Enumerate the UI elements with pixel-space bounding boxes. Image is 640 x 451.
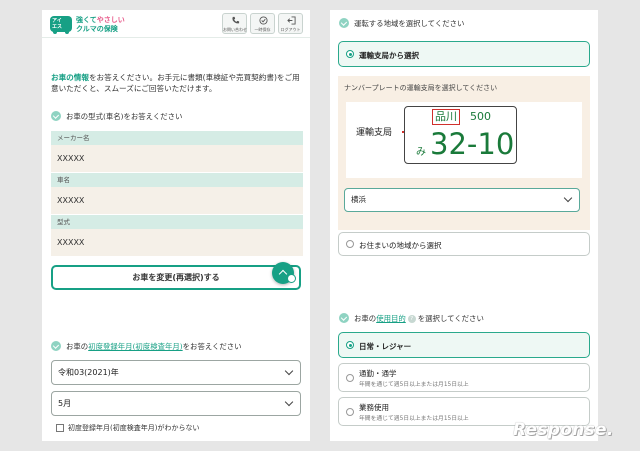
model-code-value: XXXXX [51, 229, 303, 256]
option-commute[interactable]: 通勤・通学 年間を通じて週5日以上または月15日以上 [338, 363, 590, 392]
car-name-value: XXXXX [51, 187, 303, 214]
radio-unselected [346, 240, 354, 248]
question-model-text: お車の型式(車名)をお答えください [66, 111, 183, 121]
contact-button[interactable]: お問い合わせ [222, 13, 247, 34]
car-name-label: 車名 [51, 173, 303, 187]
option-daily-leisure[interactable]: 日常・レジャー [338, 332, 590, 358]
intro-body: をお答えください。お手元に書類(車検証や売買契約書)をご用意いただくと、スムーズ… [51, 73, 300, 93]
save-draft-button[interactable]: 一時保存 [250, 13, 275, 34]
option-transport-office[interactable]: 運輸支局から選択 [338, 41, 590, 67]
help-icon[interactable]: ? [407, 314, 416, 323]
registration-help-link[interactable]: 初度登録年月(初度検査年月) [88, 342, 182, 351]
transport-office-select[interactable]: 横浜 [344, 188, 580, 212]
option-commute-label: 通勤・通学 [359, 369, 397, 378]
maker-label: メーカー名 [51, 131, 303, 145]
q2-prefix: お車の [66, 341, 89, 351]
option-residence-label: お住まいの地域から選択 [359, 241, 442, 250]
save-draft-label: 一時保存 [254, 27, 271, 32]
question-model: お車の型式(車名)をお答えください [51, 110, 182, 122]
chevron-down-icon [284, 397, 294, 407]
logout-icon [287, 16, 296, 25]
logo-text-line2: クルマの保険 [76, 25, 118, 33]
logo-mark-text: アイ エス [52, 18, 63, 30]
question-usage: お車の使用目的? を選択してください [339, 312, 484, 324]
radio-selected [346, 50, 354, 58]
chevron-down-icon [563, 193, 573, 203]
year-select-value: 令和03(2021)年 [58, 368, 119, 377]
plate-office-caption: 運輸支局 [356, 128, 393, 138]
plate-office-name: 品川 [432, 109, 460, 125]
logout-button[interactable]: ログアウト [278, 13, 303, 34]
year-select[interactable]: 令和03(2021)年 [51, 360, 301, 385]
model-code-label: 型式 [51, 215, 303, 229]
option-commute-sub: 年間を通じて週5日以上または月15日以上 [359, 382, 469, 388]
logo-text-kind: やさしい [96, 16, 125, 24]
plate-number: 32-10 [430, 127, 515, 161]
intro-highlight: お車の情報 [51, 73, 89, 82]
phone-icon [232, 16, 240, 24]
month-select-value: 5月 [58, 399, 72, 408]
question-registration-text: お車の初度登録年月(初度検査年月)をお答えください [66, 341, 242, 352]
radio-unselected [346, 374, 354, 382]
q-usage-prefix: お車の [354, 313, 377, 323]
q-usage-suffix: を選択してください [417, 313, 484, 323]
check-circle-icon [339, 313, 349, 323]
app-header: アイ エス 強くてやさしい クルマの保険 お問い合わせ 一時保存 ログアウト [42, 10, 310, 38]
option-daily-leisure-label: 日常・レジャー [359, 342, 412, 351]
check-circle-icon [51, 111, 61, 121]
radio-selected [346, 341, 354, 349]
month-select[interactable]: 5月 [51, 391, 301, 416]
logo-text-strong: 強くて [76, 16, 97, 24]
plate-kana: み [416, 147, 426, 158]
question-registration: お車の初度登録年月(初度検査年月)をお答えください [51, 340, 242, 352]
plate-class-number: 500 [470, 110, 491, 123]
radio-unselected [346, 408, 354, 416]
save-icon [259, 16, 268, 25]
unknown-date-label: 初度登録年月(初度検査年月)がわからない [68, 424, 200, 432]
question-region-text: 運転する地域を選択してください [354, 18, 465, 28]
logo-car-icon: アイ エス [50, 16, 72, 34]
chevron-down-icon [284, 366, 294, 376]
option-business-sub: 年間を通じて週5日以上または月15日以上 [359, 416, 469, 422]
response-watermark: Response. [513, 420, 614, 440]
check-circle-icon [51, 341, 61, 351]
right-screen: 運転する地域を選択してください 運輸支局から選択 ナンバープレートの運輸支局を選… [330, 10, 598, 441]
unknown-date-checkbox[interactable] [56, 424, 64, 432]
plate-instruction: ナンバープレートの運輸支局を選択してください [344, 84, 498, 92]
change-car-button[interactable]: お車を変更(再選択)する [51, 265, 301, 290]
transport-office-value: 横浜 [351, 195, 366, 204]
question-usage-text: お車の使用目的? を選択してください [354, 313, 484, 324]
left-screen: アイ エス 強くてやさしい クルマの保険 お問い合わせ 一時保存 ログアウト お… [42, 10, 310, 441]
check-circle-icon [339, 18, 349, 28]
option-business-label: 業務使用 [359, 403, 389, 412]
scroll-indicator-dot [287, 274, 296, 283]
maker-value: XXXXX [51, 145, 303, 172]
intro-text: お車の情報をお答えください。お手元に書類(車検証や売買契約書)をご用意いただくと… [51, 72, 303, 94]
logout-label: ログアウト [280, 27, 301, 32]
contact-button-label: お問い合わせ [223, 27, 247, 32]
question-region: 運転する地域を選択してください [339, 17, 464, 29]
option-transport-office-label: 運輸支局から選択 [359, 51, 419, 60]
usage-help-link[interactable]: 使用目的 [376, 314, 406, 323]
option-residence[interactable]: お住まいの地域から選択 [338, 232, 590, 256]
q2-suffix: をお答えください [182, 341, 242, 351]
